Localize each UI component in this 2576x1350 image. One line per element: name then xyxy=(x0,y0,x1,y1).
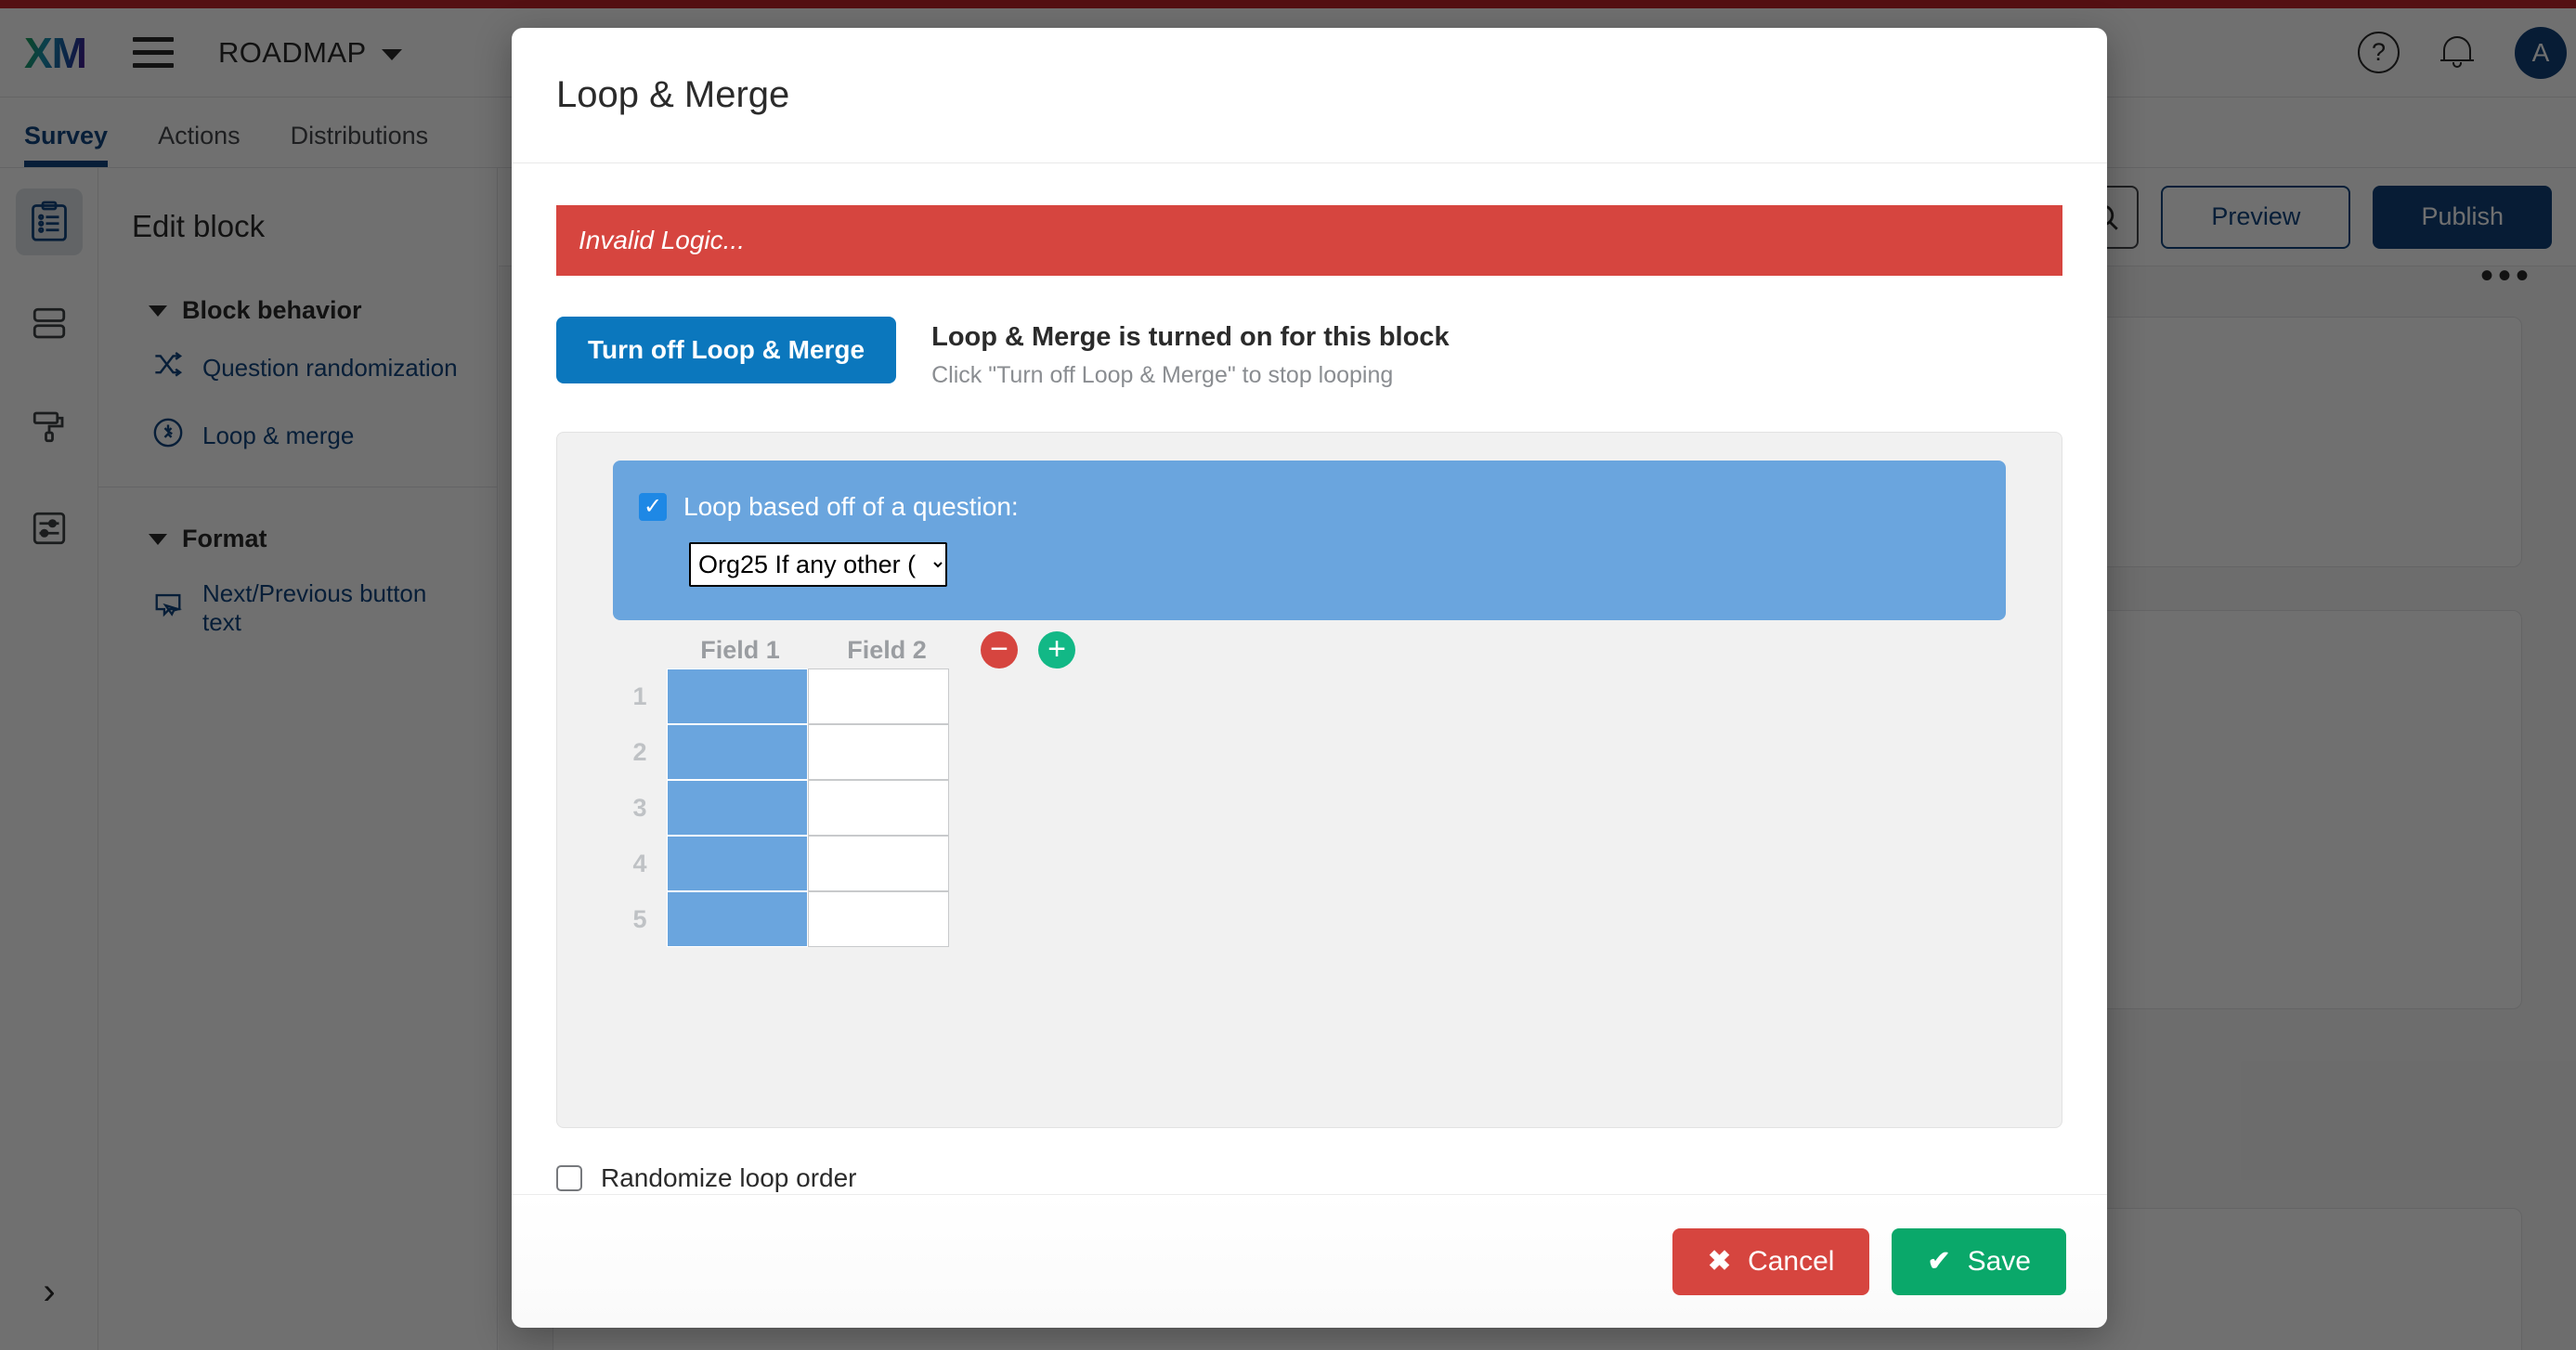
loop-based-off-question-row[interactable]: ✓ Loop based off of a question: xyxy=(613,492,2006,522)
close-icon: ✖ xyxy=(1707,1246,1732,1277)
cancel-button[interactable]: ✖ Cancel xyxy=(1672,1227,1870,1295)
loop-field-cell[interactable] xyxy=(667,780,808,836)
loop-field-cell[interactable] xyxy=(808,780,949,836)
turn-off-loop-and-merge-button[interactable]: Turn off Loop & Merge xyxy=(556,317,897,383)
field-header: Field 1 xyxy=(700,635,780,664)
field-header: Field 2 xyxy=(847,635,927,664)
randomize-loop-order-row[interactable]: Randomize loop order xyxy=(512,1163,2107,1193)
row-number: 3 xyxy=(632,793,647,822)
dialog-body: Invalid Logic... Turn off Loop & Merge L… xyxy=(512,164,2107,1194)
loop-fields-header-row: Field 1 Field 2 − + xyxy=(667,631,1075,669)
loop-fields-table: Field 1 Field 2 − + 1 2 3 4 5 xyxy=(613,631,1075,947)
table-row: 5 xyxy=(613,891,1075,947)
table-row: 3 xyxy=(613,780,1075,836)
loop-field-cell[interactable] xyxy=(808,669,949,724)
loop-based-off-question-label: Loop based off of a question: xyxy=(683,492,1019,521)
cancel-button-label: Cancel xyxy=(1748,1245,1835,1277)
loop-status: Loop & Merge is turned on for this block… xyxy=(931,317,1449,389)
loop-field-cell[interactable] xyxy=(667,891,808,947)
row-number: 1 xyxy=(632,681,647,710)
plus-circle-icon[interactable]: + xyxy=(1038,631,1075,669)
row-number: 2 xyxy=(632,737,647,766)
save-button-label: Save xyxy=(1967,1245,2031,1277)
table-row: 4 xyxy=(613,836,1075,891)
screen: XM ROADMAP ? A Survey Actions Distributi… xyxy=(0,0,2576,1350)
error-banner: Invalid Logic... xyxy=(556,205,2062,276)
dialog-title: Loop & Merge xyxy=(556,74,790,115)
loop-field-cell[interactable] xyxy=(808,836,949,891)
row-number: 5 xyxy=(632,904,647,933)
table-row: 1 xyxy=(613,669,1075,724)
loop-source-section: ✓ Loop based off of a question: Org25 If… xyxy=(613,461,2006,620)
loop-question-select[interactable]: Org25 If any other ( xyxy=(689,542,947,587)
table-row: 2 xyxy=(613,724,1075,780)
minus-circle-icon[interactable]: − xyxy=(981,631,1018,669)
loop-field-cell[interactable] xyxy=(808,724,949,780)
loop-based-off-question-checkbox[interactable]: ✓ xyxy=(639,493,667,521)
question-select-wrapper: Org25 If any other ( xyxy=(613,522,2006,587)
randomize-loop-order-checkbox[interactable] xyxy=(556,1165,582,1191)
loop-field-cell[interactable] xyxy=(667,836,808,891)
loop-field-cell[interactable] xyxy=(667,669,808,724)
save-button[interactable]: ✔ Save xyxy=(1892,1227,2066,1295)
loop-and-merge-dialog: Loop & Merge Invalid Logic... Turn off L… xyxy=(512,28,2107,1328)
row-number: 4 xyxy=(632,849,647,877)
dialog-header: Loop & Merge xyxy=(512,28,2107,163)
loop-field-cell[interactable] xyxy=(667,724,808,780)
loop-field-cell[interactable] xyxy=(808,891,949,947)
loop-configuration-panel: ✓ Loop based off of a question: Org25 If… xyxy=(556,432,2062,1128)
randomize-loop-order-label: Randomize loop order xyxy=(601,1163,857,1192)
dialog-footer: ✖ Cancel ✔ Save xyxy=(512,1194,2107,1328)
loop-status-hint: Click "Turn off Loop & Merge" to stop lo… xyxy=(931,362,1394,388)
loop-status-title: Loop & Merge is turned on for this block xyxy=(931,322,1450,352)
loop-toggle-row: Turn off Loop & Merge Loop & Merge is tu… xyxy=(556,317,2107,389)
check-icon: ✔ xyxy=(1927,1246,1951,1277)
